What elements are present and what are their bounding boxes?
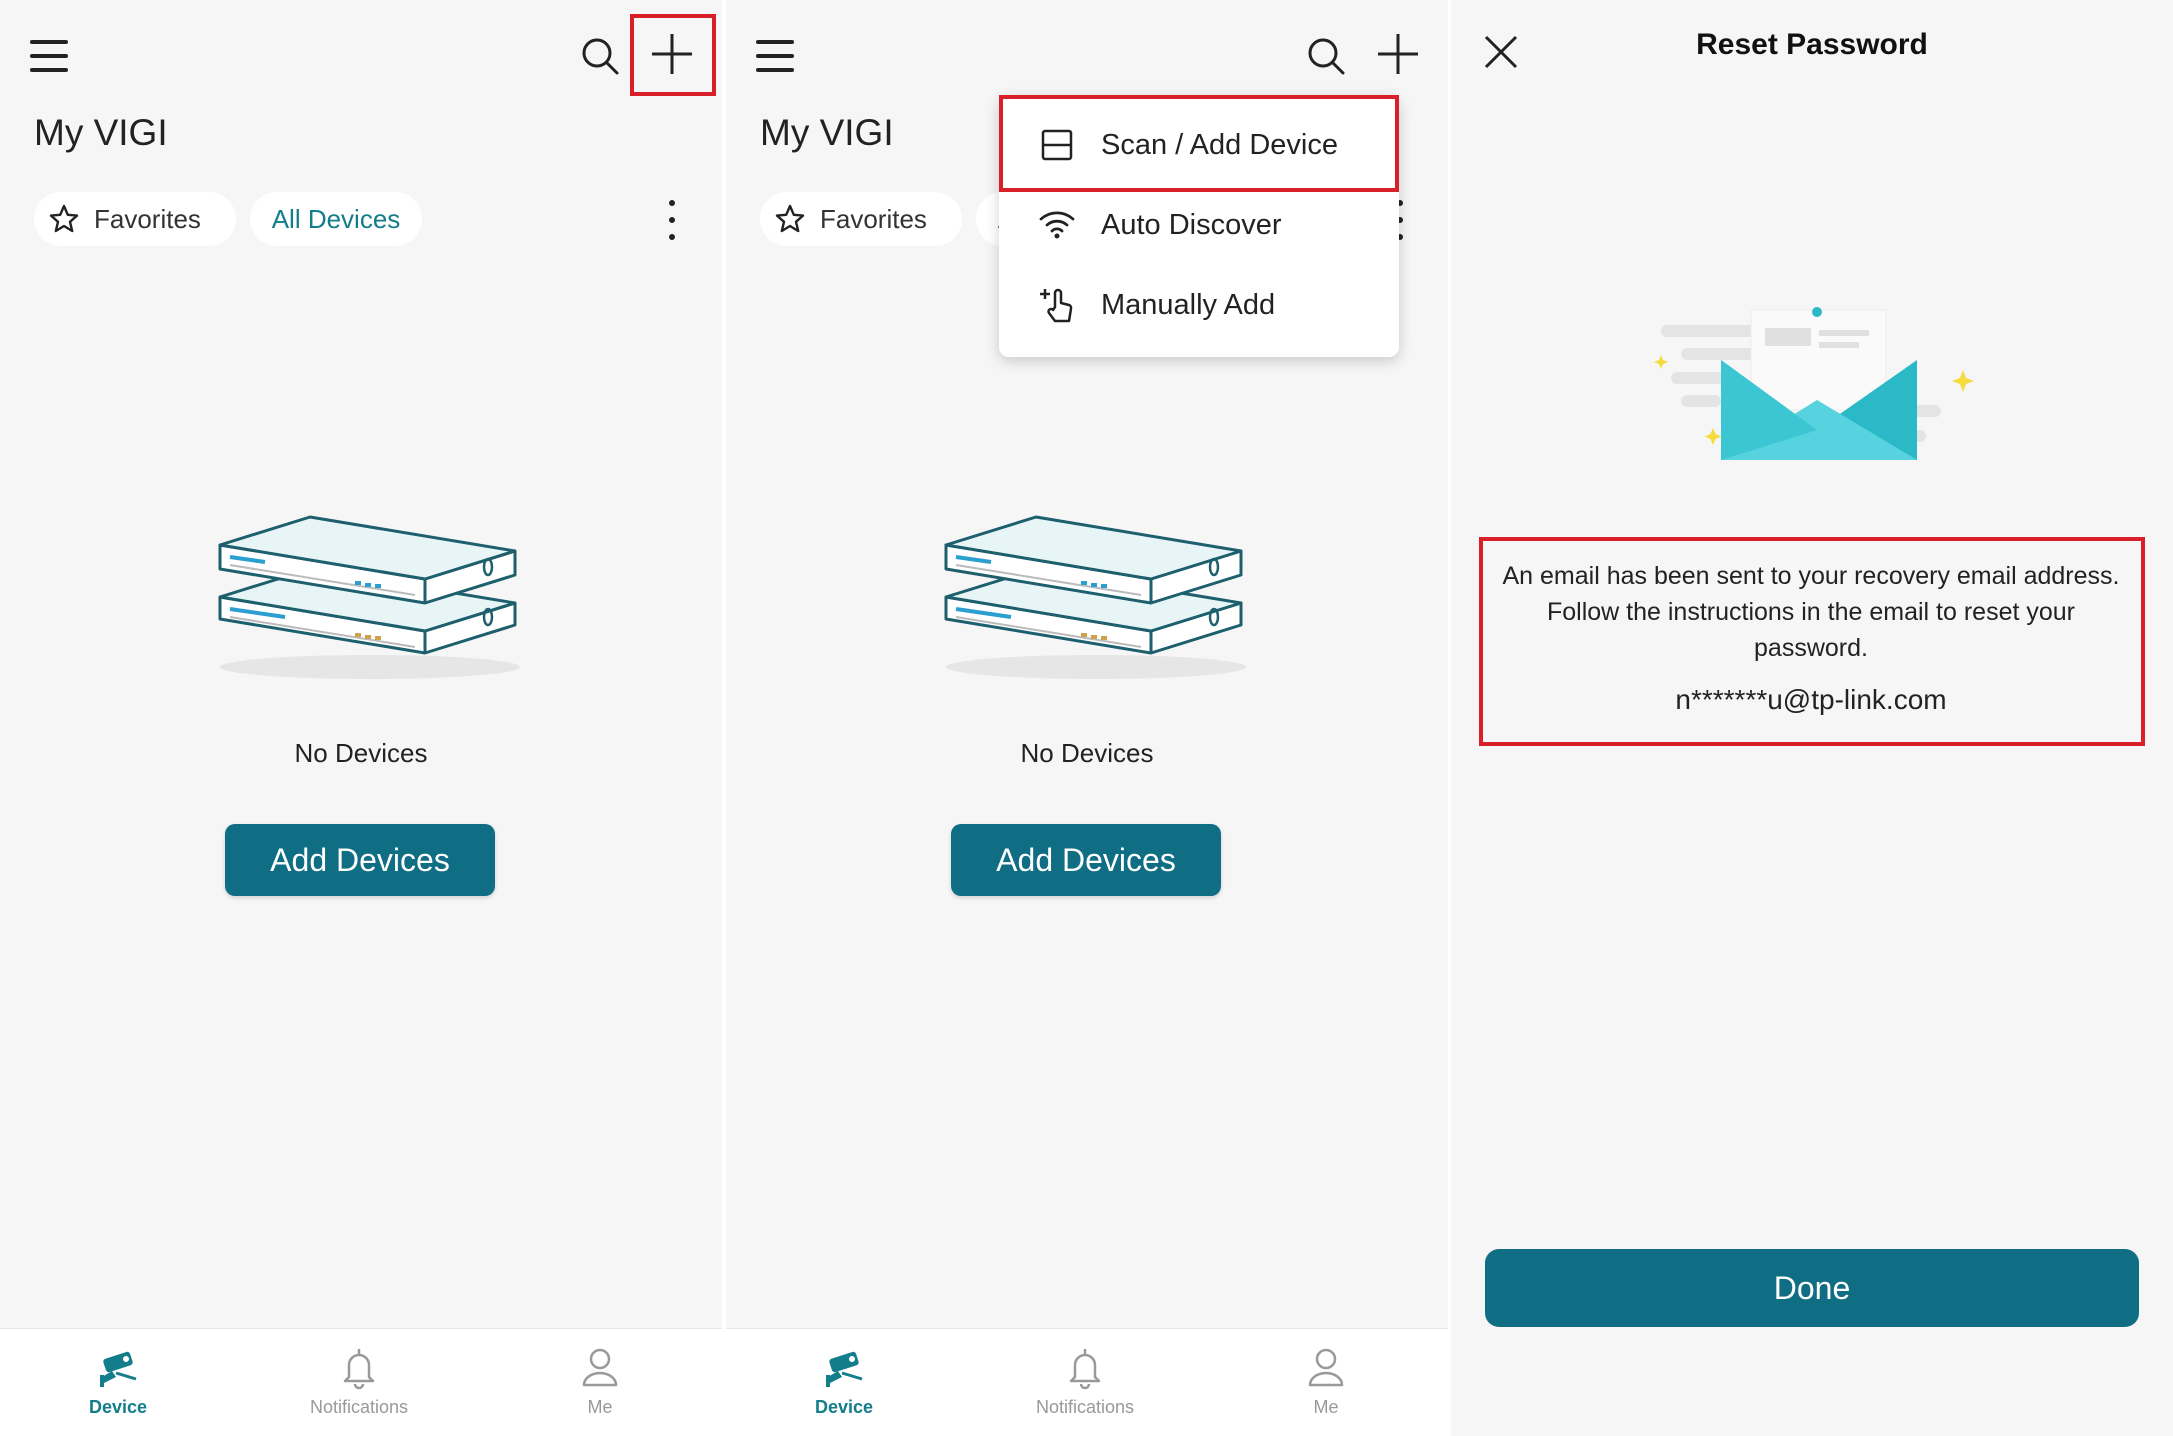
tab-notifications-label: Notifications (1035, 1397, 1135, 1417)
tab-notifications[interactable]: Notifications (1005, 1343, 1165, 1418)
camera-icon (826, 1351, 863, 1387)
nvr-illustration (218, 515, 520, 679)
add-devices-button[interactable]: Add Devices (951, 824, 1221, 896)
tab-device[interactable]: Device (38, 1343, 198, 1418)
bell-icon (1069, 1349, 1101, 1390)
search-icon[interactable] (580, 36, 620, 76)
tab-me-label: Me (1313, 1397, 1339, 1417)
empty-state-text: No Devices (294, 738, 428, 768)
all-devices-label: All Devices (271, 203, 401, 234)
favorites-filter[interactable]: Favorites (760, 192, 962, 246)
menu-item-auto-discover[interactable]: Auto Discover (999, 190, 1399, 260)
tab-bar: Device Notifications Me (0, 1328, 722, 1436)
mail-illustration (1654, 307, 1974, 460)
bell-icon (343, 1349, 375, 1390)
favorites-filter[interactable]: Favorites (34, 192, 236, 246)
tab-me[interactable]: Me (520, 1343, 680, 1418)
add-devices-button[interactable]: Add Devices (225, 824, 495, 896)
favorites-label: Favorites (820, 203, 927, 234)
menu-item-label: Auto Discover (1101, 208, 1282, 241)
search-icon[interactable] (1306, 36, 1346, 76)
tab-me[interactable]: Me (1246, 1343, 1406, 1418)
page-title: My VIGI (34, 112, 168, 153)
home-screen-menu-open: My VIGI Favorites All Devices No Devices… (726, 0, 1448, 1436)
page-title: Reset Password (1696, 28, 1928, 61)
person-icon (1308, 1348, 1344, 1387)
star-icon (775, 204, 805, 233)
menu-item-manually-add[interactable]: Manually Add (999, 270, 1399, 340)
page-title: My VIGI (760, 112, 894, 153)
tab-device[interactable]: Device (764, 1343, 924, 1418)
reset-password-screen: Reset Password An email has been sent to… (1451, 0, 2173, 1436)
tab-notifications[interactable]: Notifications (279, 1343, 439, 1418)
hand-plus-icon (1040, 288, 1073, 323)
tab-device-label: Device (88, 1397, 148, 1417)
home-screen: My VIGI Favorites All Devices No Devices… (0, 0, 722, 1436)
message-highlight (1479, 537, 2145, 746)
plus-icon[interactable] (1374, 30, 1422, 78)
all-devices-filter[interactable]: All Devices (250, 192, 422, 246)
tab-bar: Device Notifications Me (726, 1328, 1448, 1436)
person-icon (582, 1348, 618, 1387)
tab-notifications-label: Notifications (309, 1397, 409, 1417)
done-button[interactable]: Done (1485, 1249, 2139, 1327)
scan-add-highlight (999, 95, 1399, 192)
menu-item-label: Manually Add (1101, 288, 1276, 321)
tab-me-label: Me (587, 1397, 613, 1417)
plus-highlight (630, 14, 716, 96)
favorites-label: Favorites (94, 203, 201, 234)
tab-device-label: Device (814, 1397, 874, 1417)
camera-icon (100, 1351, 137, 1387)
nvr-illustration (944, 515, 1246, 679)
menu-icon[interactable] (756, 40, 794, 72)
wifi-icon (1039, 211, 1075, 239)
star-icon (49, 204, 79, 233)
menu-icon[interactable] (30, 40, 68, 72)
empty-state-text: No Devices (1020, 738, 1154, 768)
more-options-icon[interactable] (666, 200, 678, 240)
